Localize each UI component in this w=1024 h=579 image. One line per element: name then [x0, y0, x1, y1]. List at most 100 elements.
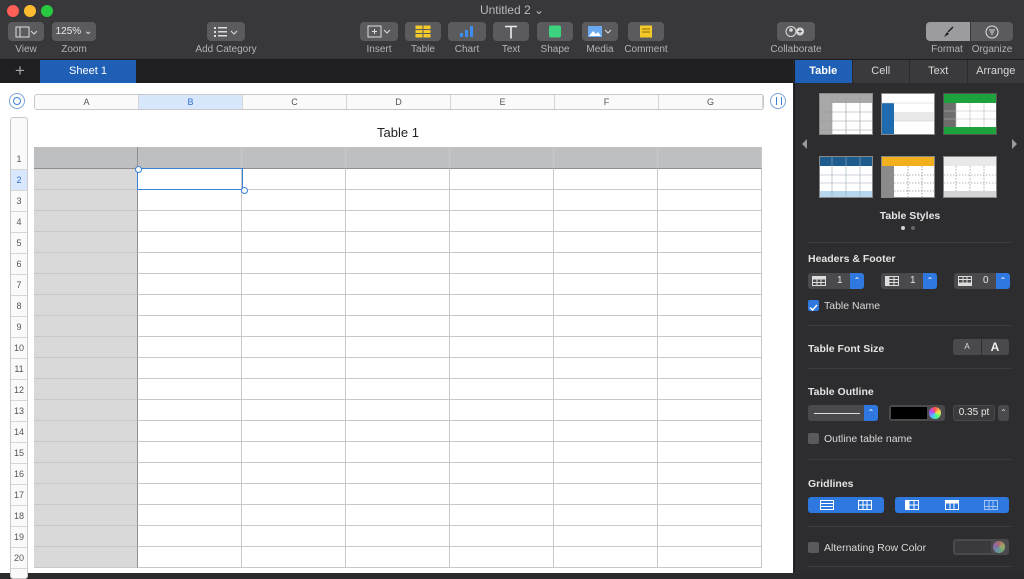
selection-handle-bottom-right[interactable]: [241, 187, 248, 194]
cell-f15[interactable]: [554, 442, 658, 463]
cell-a16[interactable]: [34, 463, 138, 484]
column-header-d[interactable]: D: [347, 95, 451, 109]
cell-e20[interactable]: [450, 547, 554, 568]
cell-c13[interactable]: [242, 400, 346, 421]
column-header-f[interactable]: F: [555, 95, 659, 109]
cell-f19[interactable]: [554, 526, 658, 547]
cell-d2[interactable]: [346, 169, 450, 190]
inspector-tab-text[interactable]: Text: [910, 60, 968, 83]
table-style-3[interactable]: [943, 93, 997, 135]
cell-d7[interactable]: [346, 274, 450, 295]
chevron-right-icon[interactable]: [1009, 138, 1019, 150]
cell-d3[interactable]: [346, 190, 450, 211]
cell-b9[interactable]: [138, 316, 242, 337]
row-header-8[interactable]: 8: [11, 296, 27, 317]
add-category-button[interactable]: [207, 22, 245, 41]
cell-d10[interactable]: [346, 337, 450, 358]
cell-d1[interactable]: [346, 147, 450, 169]
cell-a15[interactable]: [34, 442, 138, 463]
cell-e13[interactable]: [450, 400, 554, 421]
row-header-2[interactable]: 2: [11, 170, 27, 191]
stepper-arrows-icon[interactable]: ⌃: [850, 273, 864, 289]
cell-b5[interactable]: [138, 232, 242, 253]
cell-f2[interactable]: [554, 169, 658, 190]
cell-d8[interactable]: [346, 295, 450, 316]
cell-e1[interactable]: [450, 147, 554, 169]
cell-g6[interactable]: [658, 253, 762, 274]
cell-a12[interactable]: [34, 379, 138, 400]
table-title[interactable]: Table 1: [34, 125, 762, 140]
table-name-checkbox[interactable]: [808, 300, 819, 311]
chart-button[interactable]: [448, 22, 486, 41]
cell-a18[interactable]: [34, 505, 138, 526]
cell-d9[interactable]: [346, 316, 450, 337]
cell-d14[interactable]: [346, 421, 450, 442]
cell-f1[interactable]: [554, 147, 658, 169]
cell-b13[interactable]: [138, 400, 242, 421]
cell-f16[interactable]: [554, 463, 658, 484]
stepper-arrows-icon[interactable]: ⌃: [864, 405, 878, 421]
zoom-select[interactable]: 125% ⌄: [52, 22, 96, 41]
cell-c6[interactable]: [242, 253, 346, 274]
row-header-6[interactable]: 6: [11, 254, 27, 275]
cell-e14[interactable]: [450, 421, 554, 442]
cell-c16[interactable]: [242, 463, 346, 484]
page-dot[interactable]: [911, 226, 915, 230]
row-header-3[interactable]: 3: [11, 191, 27, 212]
cell-e10[interactable]: [450, 337, 554, 358]
page-dot-active[interactable]: [901, 226, 905, 230]
cell-e17[interactable]: [450, 484, 554, 505]
stepper-arrows-icon[interactable]: ⌃: [996, 273, 1010, 289]
cell-e8[interactable]: [450, 295, 554, 316]
cell-f9[interactable]: [554, 316, 658, 337]
cell-f3[interactable]: [554, 190, 658, 211]
cell-g14[interactable]: [658, 421, 762, 442]
cell-f4[interactable]: [554, 211, 658, 232]
cell-b19[interactable]: [138, 526, 242, 547]
canvas[interactable]: ABCDEFG 1234567891011121314151617181920 …: [0, 83, 793, 573]
cell-e7[interactable]: [450, 274, 554, 295]
cell-f14[interactable]: [554, 421, 658, 442]
cell-g20[interactable]: [658, 547, 762, 568]
cell-g3[interactable]: [658, 190, 762, 211]
column-header-b[interactable]: B: [139, 95, 243, 109]
cell-a14[interactable]: [34, 421, 138, 442]
cell-b12[interactable]: [138, 379, 242, 400]
cell-b14[interactable]: [138, 421, 242, 442]
insert-button[interactable]: [360, 22, 398, 41]
cell-e3[interactable]: [450, 190, 554, 211]
row-header-18[interactable]: 18: [11, 506, 27, 527]
cell-c15[interactable]: [242, 442, 346, 463]
cell-a5[interactable]: [34, 232, 138, 253]
cell-b3[interactable]: [138, 190, 242, 211]
row-header-7[interactable]: 7: [11, 275, 27, 296]
cell-a8[interactable]: [34, 295, 138, 316]
cell-e16[interactable]: [450, 463, 554, 484]
shape-button[interactable]: [537, 22, 573, 41]
cell-c2[interactable]: [242, 169, 346, 190]
color-wheel-icon[interactable]: [993, 541, 1005, 553]
cell-b17[interactable]: [138, 484, 242, 505]
cell-d20[interactable]: [346, 547, 450, 568]
footer-row-gridlines-icon[interactable]: [984, 500, 998, 510]
cell-d5[interactable]: [346, 232, 450, 253]
header-row-gridlines-icon[interactable]: [945, 500, 959, 510]
cell-e2[interactable]: [450, 169, 554, 190]
cell-e5[interactable]: [450, 232, 554, 253]
cell-d12[interactable]: [346, 379, 450, 400]
view-button[interactable]: [8, 22, 44, 41]
table-style-4[interactable]: [819, 156, 873, 198]
table-style-2[interactable]: [881, 93, 935, 135]
outline-width-stepper[interactable]: ⌃: [998, 405, 1009, 421]
cell-b6[interactable]: [138, 253, 242, 274]
cell-b11[interactable]: [138, 358, 242, 379]
column-header-a[interactable]: A: [35, 95, 139, 109]
outline-table-name-checkbox[interactable]: [808, 433, 819, 444]
row-header-17[interactable]: 17: [11, 485, 27, 506]
cell-d11[interactable]: [346, 358, 450, 379]
cell-g18[interactable]: [658, 505, 762, 526]
alternating-row-checkbox[interactable]: [808, 542, 819, 553]
row-header-13[interactable]: 13: [11, 401, 27, 422]
cell-b1[interactable]: [138, 147, 242, 169]
cell-a2[interactable]: [34, 169, 138, 190]
